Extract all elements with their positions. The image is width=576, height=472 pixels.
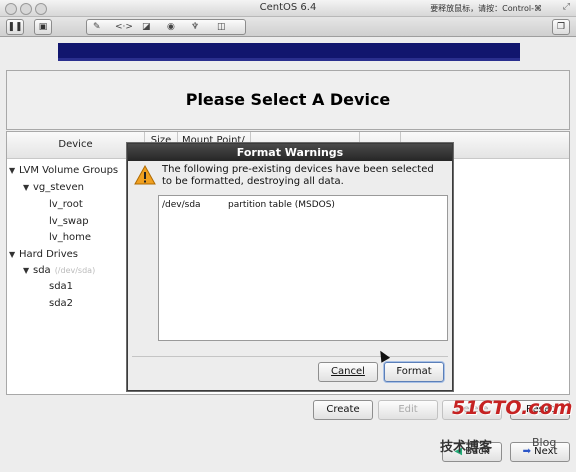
dialog-divider bbox=[132, 356, 448, 357]
tree-row-lvm-groups[interactable]: ▼ LVM Volume Groups bbox=[9, 165, 118, 176]
device-list[interactable]: /dev/sda partition table (MSDOS) bbox=[158, 195, 448, 341]
watermark-site: 51CTO.com bbox=[452, 397, 573, 419]
tree-row-lv-swap[interactable]: lv_swap bbox=[49, 216, 89, 227]
format-button[interactable]: Format bbox=[384, 362, 444, 382]
usb-icon[interactable]: ♆ bbox=[191, 20, 199, 34]
tree-row-sda1[interactable]: sda1 bbox=[49, 281, 73, 292]
device-toolbar-group: ✎ <·> ◪ ◉ ♆ ◫ bbox=[86, 19, 246, 35]
vm-toolbar: ❚❚ ▣ ✎ <·> ◪ ◉ ♆ ◫ ❐ bbox=[0, 17, 576, 37]
list-item-description[interactable]: partition table (MSDOS) bbox=[228, 200, 335, 210]
pause-icon: ❚❚ bbox=[7, 22, 23, 32]
restore-button[interactable]: ❐ bbox=[552, 19, 570, 35]
column-device[interactable]: Device bbox=[7, 132, 145, 159]
pause-button[interactable]: ❚❚ bbox=[6, 19, 24, 35]
expander-icon[interactable]: ▼ bbox=[9, 166, 19, 175]
camera-icon[interactable]: ◫ bbox=[217, 20, 226, 34]
release-mouse-hint: 要释放鼠标，请按：Control-⌘ bbox=[430, 4, 542, 13]
wrench-icon[interactable]: ✎ bbox=[93, 20, 101, 34]
drive-icon[interactable]: ◪ bbox=[142, 20, 151, 34]
expander-icon[interactable]: ▼ bbox=[23, 266, 33, 275]
list-item-device[interactable]: /dev/sda bbox=[162, 200, 201, 210]
arrows-icon[interactable]: <·> bbox=[115, 20, 133, 34]
watermark-sub: 技术博客 bbox=[440, 440, 493, 455]
tree-row-hard-drives[interactable]: ▼ Hard Drives bbox=[9, 249, 78, 260]
snapshot-button[interactable]: ▣ bbox=[34, 19, 52, 35]
watermark-blog: Blog bbox=[532, 436, 557, 449]
tree-row-lv-home[interactable]: lv_home bbox=[49, 232, 91, 243]
tree-row-sda[interactable]: ▼ sda (/dev/sda) bbox=[23, 265, 95, 276]
page-title: Please Select A Device bbox=[185, 90, 391, 109]
fullscreen-icon[interactable]: ⤢ bbox=[563, 2, 570, 12]
expander-icon[interactable]: ▼ bbox=[23, 183, 33, 192]
tree-row-sda2[interactable]: sda2 bbox=[49, 298, 73, 309]
dialog-title: Format Warnings bbox=[128, 144, 452, 161]
cancel-button[interactable]: Cancel bbox=[318, 362, 378, 382]
expander-icon[interactable]: ▼ bbox=[9, 250, 19, 259]
window-icon: ❐ bbox=[556, 22, 566, 32]
create-button[interactable]: Create bbox=[313, 400, 373, 420]
tree-row-lv-root[interactable]: lv_root bbox=[49, 199, 83, 210]
tree-row-vg-steven[interactable]: ▼ vg_steven bbox=[23, 182, 84, 193]
disk-icon: ▣ bbox=[38, 22, 48, 32]
format-warnings-dialog: Format Warnings The following pre-existi… bbox=[127, 143, 453, 391]
warning-icon bbox=[134, 165, 156, 185]
edit-button[interactable]: Edit bbox=[378, 400, 438, 420]
centos-banner bbox=[58, 43, 520, 61]
dialog-message: The following pre-existing devices have … bbox=[162, 164, 434, 187]
page-header: Please Select A Device bbox=[6, 70, 570, 130]
device-path: (/dev/sda) bbox=[54, 266, 96, 275]
window-titlebar: CentOS 6.4 要释放鼠标，请按：Control-⌘ ⤢ bbox=[0, 0, 576, 17]
lock-icon[interactable]: ◉ bbox=[167, 20, 175, 34]
